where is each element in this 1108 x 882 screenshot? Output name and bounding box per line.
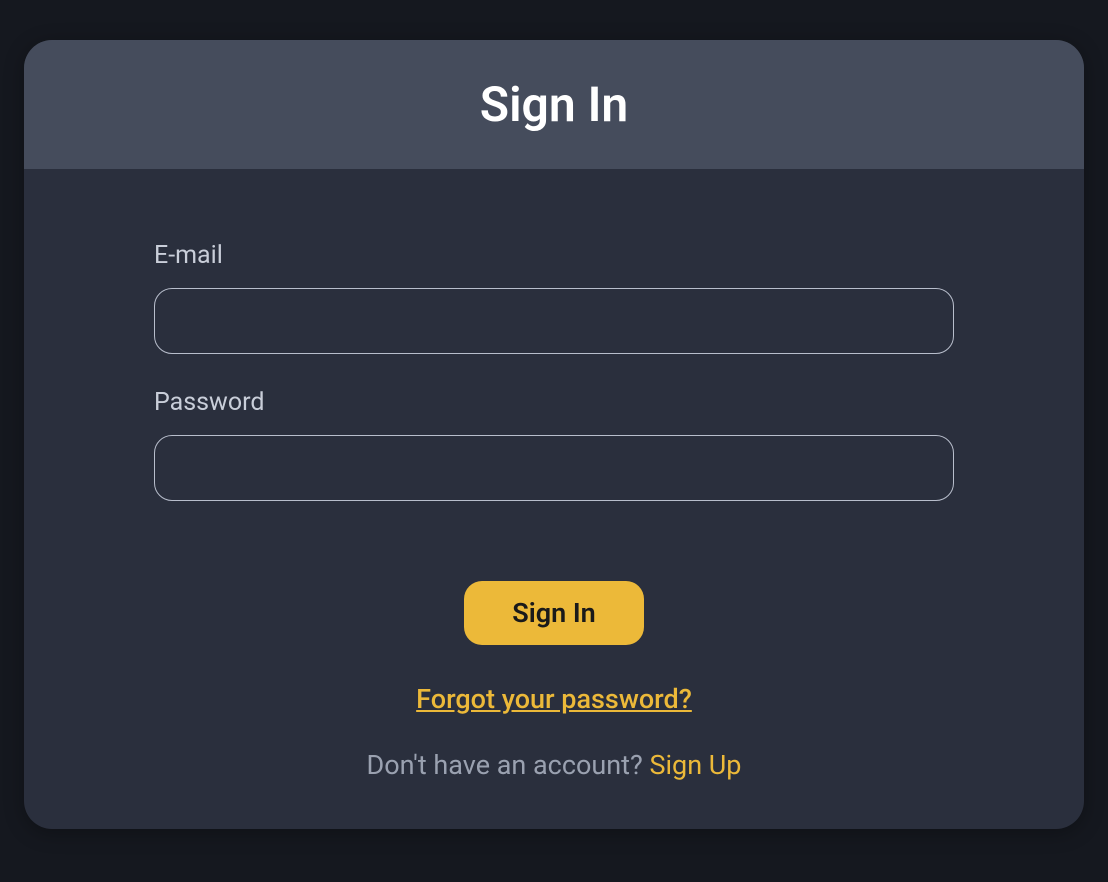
signup-row: Don't have an account? Sign Up [154,749,954,781]
email-field[interactable] [154,288,954,354]
page-title: Sign In [44,76,1064,133]
password-field[interactable] [154,435,954,501]
actions: Sign In Forgot your password? Don't have… [154,581,954,781]
card-body: E-mail Password Sign In Forgot your pass… [24,169,1084,829]
email-group: E-mail [154,241,954,354]
password-label: Password [154,388,954,417]
forgot-password-link[interactable]: Forgot your password? [416,683,692,715]
card-header: Sign In [24,40,1084,169]
signup-link[interactable]: Sign Up [649,749,741,781]
email-label: E-mail [154,241,954,270]
password-group: Password [154,388,954,501]
signin-card: Sign In E-mail Password Sign In Forgot y… [24,40,1084,829]
signin-button[interactable]: Sign In [464,581,644,645]
signup-prompt: Don't have an account? [367,749,650,781]
